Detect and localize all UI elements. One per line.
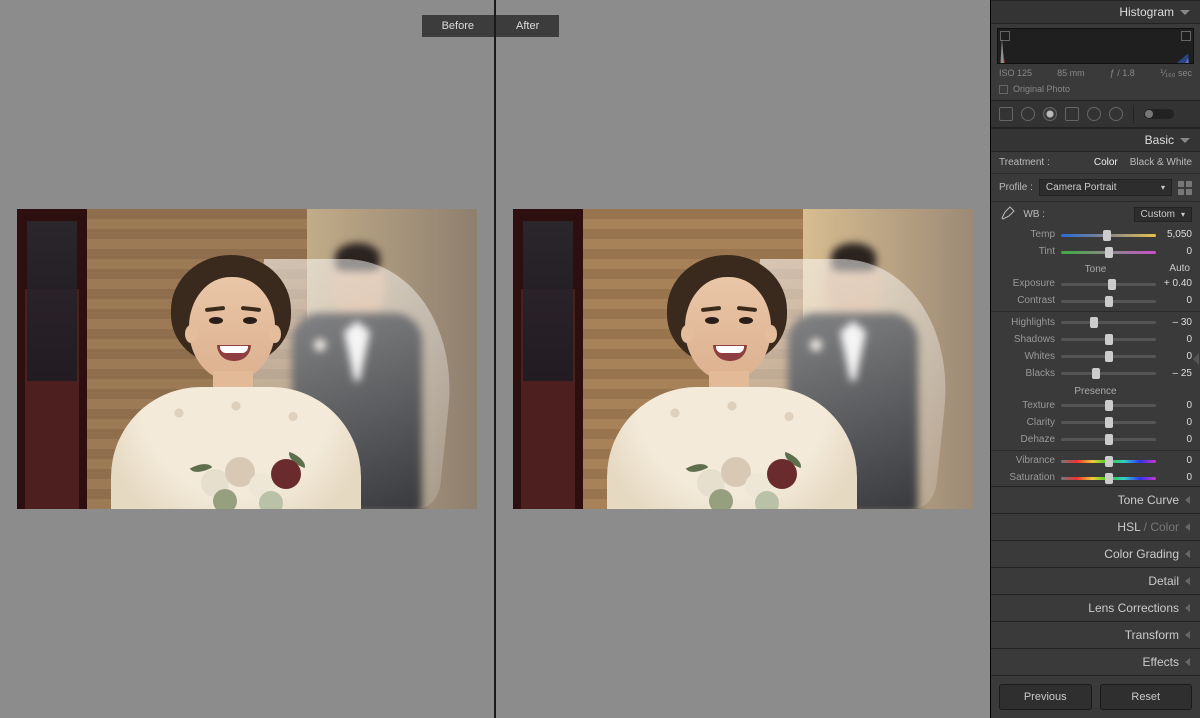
after-label: After xyxy=(496,15,559,37)
hsl-header[interactable]: HSL / Color xyxy=(991,513,1200,540)
texture-slider[interactable] xyxy=(1061,400,1156,410)
clarity-slider[interactable] xyxy=(1061,417,1156,427)
basic-header[interactable]: Basic xyxy=(991,128,1200,152)
detail-header[interactable]: Detail xyxy=(991,567,1200,594)
auto-tone-button[interactable]: Auto xyxy=(1169,263,1190,274)
radial-tool-icon[interactable] xyxy=(1087,107,1101,121)
wb-row: WB : Custom▾ xyxy=(991,202,1200,226)
chevron-left-icon xyxy=(1185,550,1190,558)
contrast-slider[interactable] xyxy=(1061,296,1156,306)
lens-header[interactable]: Lens Corrections xyxy=(991,594,1200,621)
tone-curve-header[interactable]: Tone Curve xyxy=(991,486,1200,513)
effects-header[interactable]: Effects xyxy=(991,648,1200,675)
chevron-left-icon xyxy=(1185,604,1190,612)
before-pane[interactable]: Before xyxy=(0,0,496,718)
tint-slider-row: Tint0 xyxy=(991,243,1200,260)
mask-toggle[interactable] xyxy=(1144,109,1174,119)
panel-toggle-right[interactable] xyxy=(1193,353,1199,365)
temp-slider-row: Temp5,050 xyxy=(991,226,1200,243)
contrast-value[interactable]: 0 xyxy=(1162,295,1192,306)
treatment-label: Treatment : xyxy=(999,157,1050,168)
dehaze-slider[interactable] xyxy=(1061,434,1156,444)
blacks-slider[interactable] xyxy=(1061,368,1156,378)
chevron-left-icon xyxy=(1185,658,1190,666)
profile-row: Profile : Camera Portrait▾ xyxy=(991,174,1200,202)
presence-subheader: Presence xyxy=(991,382,1200,397)
spot-tool-icon[interactable] xyxy=(1021,107,1035,121)
wb-label: WB : xyxy=(1023,209,1045,220)
saturation-value[interactable]: 0 xyxy=(1162,472,1192,483)
vibrance-value[interactable]: 0 xyxy=(1162,455,1192,466)
treatment-row: Treatment : Color Black & White xyxy=(991,152,1200,174)
whites-slider[interactable] xyxy=(1061,351,1156,361)
develop-panel: Histogram ISO 125 85 mm ƒ / 1.8 ⅟₁₆₀ sec… xyxy=(991,0,1200,718)
exif-aperture: ƒ / 1.8 xyxy=(1110,68,1135,79)
vibrance-slider[interactable] xyxy=(1061,456,1156,466)
before-label: Before xyxy=(422,15,494,37)
blacks-value[interactable]: – 25 xyxy=(1162,368,1192,379)
shadows-slider[interactable] xyxy=(1061,334,1156,344)
whites-value[interactable]: 0 xyxy=(1162,351,1192,362)
crop-tool-icon[interactable] xyxy=(999,107,1013,121)
profile-browser-icon[interactable] xyxy=(1178,181,1192,195)
chevron-left-icon xyxy=(1185,631,1190,639)
histogram-header[interactable]: Histogram xyxy=(991,0,1200,24)
histogram-title: Histogram xyxy=(1119,5,1174,19)
after-pane[interactable]: After xyxy=(496,0,990,718)
temp-slider[interactable] xyxy=(1061,230,1156,240)
brush-tool-icon[interactable] xyxy=(1109,107,1123,121)
dehaze-value[interactable]: 0 xyxy=(1162,434,1192,445)
texture-value[interactable]: 0 xyxy=(1162,400,1192,411)
rectangle-icon xyxy=(999,85,1008,94)
previous-button[interactable]: Previous xyxy=(999,684,1092,710)
chevron-left-icon xyxy=(1185,496,1190,504)
photo-before xyxy=(17,209,477,509)
clarity-value[interactable]: 0 xyxy=(1162,417,1192,428)
eyedropper-icon[interactable] xyxy=(999,206,1015,222)
tone-subheader: ToneAuto xyxy=(991,260,1200,275)
color-grading-header[interactable]: Color Grading xyxy=(991,540,1200,567)
photo-after xyxy=(513,209,973,509)
tool-strip xyxy=(991,100,1200,128)
exposure-slider[interactable] xyxy=(1061,279,1156,289)
exif-iso: ISO 125 xyxy=(999,68,1032,79)
exif-strip: ISO 125 85 mm ƒ / 1.8 ⅟₁₆₀ sec xyxy=(991,66,1200,81)
exposure-value[interactable]: + 0.40 xyxy=(1162,278,1192,289)
redeye-tool-icon[interactable] xyxy=(1043,107,1057,121)
tint-value[interactable]: 0 xyxy=(1162,246,1192,257)
tint-slider[interactable] xyxy=(1061,247,1156,257)
treatment-bw[interactable]: Black & White xyxy=(1130,157,1192,168)
chevron-left-icon xyxy=(1185,577,1190,585)
reset-button[interactable]: Reset xyxy=(1100,684,1193,710)
profile-select[interactable]: Camera Portrait▾ xyxy=(1039,179,1172,196)
highlights-value[interactable]: – 30 xyxy=(1162,317,1192,328)
shadows-value[interactable]: 0 xyxy=(1162,334,1192,345)
saturation-slider[interactable] xyxy=(1061,473,1156,483)
temp-value[interactable]: 5,050 xyxy=(1162,229,1192,240)
wb-select[interactable]: Custom▾ xyxy=(1134,207,1192,222)
highlights-slider[interactable] xyxy=(1061,317,1156,327)
histogram[interactable] xyxy=(997,28,1194,64)
treatment-color[interactable]: Color xyxy=(1094,157,1118,168)
exif-shutter: ⅟₁₆₀ sec xyxy=(1160,68,1192,79)
gradient-tool-icon[interactable] xyxy=(1065,107,1079,121)
chevron-down-icon xyxy=(1180,138,1190,143)
exif-focal: 85 mm xyxy=(1057,68,1085,79)
chevron-left-icon xyxy=(1185,523,1190,531)
chevron-down-icon xyxy=(1180,10,1190,15)
compare-view: Before After xyxy=(0,0,991,718)
transform-header[interactable]: Transform xyxy=(991,621,1200,648)
profile-label: Profile : xyxy=(999,182,1033,193)
original-photo-row[interactable]: Original Photo xyxy=(991,81,1200,100)
